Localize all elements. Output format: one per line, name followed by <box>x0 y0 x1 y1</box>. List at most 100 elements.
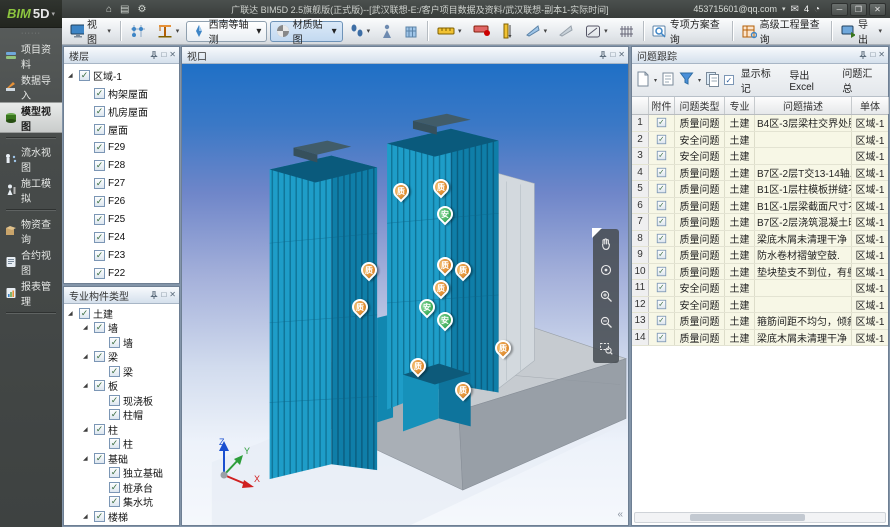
checkbox-checked[interactable] <box>94 160 105 171</box>
col-type[interactable]: 问题类型 <box>675 97 725 114</box>
type-tree-node[interactable]: 柱帽 <box>64 408 179 423</box>
attachment-cell[interactable] <box>649 330 675 346</box>
attachment-cell[interactable] <box>649 280 675 296</box>
render-mode-dropdown[interactable]: 材质贴图 ▾ <box>270 21 342 42</box>
view-button[interactable]: 视图 ▾ <box>66 14 115 48</box>
checkbox-checked[interactable] <box>94 232 105 243</box>
issue-row[interactable]: 8 质量问题 土建 梁底木屑未清理干净 区域-1 <box>632 231 888 248</box>
col-desc[interactable]: 问题描述 <box>755 97 852 114</box>
attachment-checkbox[interactable] <box>657 168 666 177</box>
zoom-window-button[interactable] <box>595 336 617 360</box>
export-excel-button[interactable]: 导出Excel <box>786 66 835 94</box>
checkbox-checked[interactable] <box>109 366 120 377</box>
issue-marker[interactable]: 质 <box>455 382 472 403</box>
checkbox-checked[interactable] <box>94 196 105 207</box>
type-tree-node[interactable]: 桩承台 <box>64 480 179 495</box>
horizontal-scrollbar[interactable] <box>634 512 886 523</box>
attachment-checkbox[interactable] <box>657 283 666 292</box>
col-major[interactable]: 专业 <box>725 97 755 114</box>
issue-row[interactable]: 1 质量问题 土建 B4区-3层梁柱交界处胀... 区域-1 <box>632 115 888 132</box>
floor-tree-node[interactable]: 机房屋面 <box>64 102 179 120</box>
issue-marker[interactable]: 质 <box>410 358 427 379</box>
expander-icon[interactable] <box>83 324 91 331</box>
attachment-cell[interactable] <box>649 148 675 164</box>
col-attachment[interactable]: 附件 <box>649 97 675 114</box>
checkbox-checked[interactable] <box>94 250 105 261</box>
grid-fence-button[interactable] <box>615 22 638 41</box>
close-panel-icon[interactable]: ✕ <box>169 51 176 59</box>
export-button[interactable]: 导出 ▾ <box>837 14 886 48</box>
pin-icon[interactable] <box>859 51 867 59</box>
type-tree-node[interactable]: 柱 <box>64 437 179 452</box>
issue-marker[interactable]: 安 <box>437 312 454 333</box>
checkbox-checked[interactable] <box>94 511 105 522</box>
nav-item-construction-sim[interactable]: 施工模拟 <box>0 174 62 205</box>
expander-icon[interactable] <box>83 353 91 360</box>
issue-row[interactable]: 6 质量问题 土建 B1区-1层梁截面尺寸不... 区域-1 <box>632 198 888 215</box>
chevron-down-icon[interactable]: ▾ <box>698 77 701 84</box>
checkbox-checked[interactable] <box>109 482 120 493</box>
checkbox-checked[interactable] <box>94 124 105 135</box>
type-tree-node[interactable]: 墙 <box>64 321 179 336</box>
crane-button[interactable]: ▾ <box>153 21 184 41</box>
app-logo[interactable]: BIM 5D ▾ <box>0 0 62 28</box>
type-tree-node[interactable]: 基础 <box>64 451 179 466</box>
attachment-checkbox[interactable] <box>657 234 666 243</box>
attachment-checkbox[interactable] <box>657 333 666 342</box>
expander-icon[interactable] <box>83 426 91 433</box>
issue-report-button[interactable] <box>705 71 720 90</box>
checkbox-checked[interactable] <box>94 351 105 362</box>
checkbox-checked[interactable] <box>94 380 105 391</box>
checkbox-checked[interactable] <box>94 453 105 464</box>
issue-row[interactable]: 7 质量问题 土建 B7区-2层浇筑混凝土时... 区域-1 <box>632 214 888 231</box>
walkthrough-button[interactable]: ▾ <box>346 22 375 41</box>
nav-item-contract-view[interactable]: 合约视图 <box>0 246 62 277</box>
attachment-checkbox[interactable] <box>657 184 666 193</box>
person-view-button[interactable] <box>377 22 397 41</box>
floor-tree-node[interactable]: F27 <box>64 174 179 192</box>
section-box-button[interactable]: ▾ <box>581 22 612 41</box>
maximize-panel-icon[interactable]: □ <box>870 51 875 59</box>
pin-icon[interactable] <box>599 51 607 59</box>
nav-item-model-view[interactable]: 模型视图 <box>0 102 62 133</box>
maximize-panel-icon[interactable]: □ <box>161 291 166 299</box>
attachment-checkbox[interactable] <box>657 267 666 276</box>
issue-marker[interactable]: 质 <box>361 262 378 283</box>
issue-marker[interactable]: 质 <box>433 179 450 200</box>
close-panel-icon[interactable]: ✕ <box>618 51 625 59</box>
issue-row[interactable]: 9 质量问题 土建 防水卷材褶皱空鼓. 区域-1 <box>632 247 888 264</box>
issue-summary-button[interactable]: 问题汇总 <box>839 64 884 96</box>
checkbox-checked[interactable] <box>94 88 105 99</box>
nav-item-data-import[interactable]: 数据导入 <box>0 71 62 102</box>
home-icon[interactable]: ⌂ <box>106 4 112 15</box>
attachment-cell[interactable] <box>649 264 675 280</box>
type-tree-node[interactable]: 梁 <box>64 364 179 379</box>
checkbox-checked[interactable] <box>109 496 120 507</box>
expander-icon[interactable] <box>68 310 76 317</box>
orbit-button[interactable] <box>595 258 617 282</box>
checkbox-checked[interactable] <box>109 467 120 478</box>
type-tree-node[interactable]: 墙 <box>64 335 179 350</box>
checkbox-checked[interactable] <box>94 178 105 189</box>
issue-row[interactable]: 12 安全问题 土建 区域-1 <box>632 297 888 314</box>
checkbox-checked[interactable] <box>109 337 120 348</box>
checkbox-checked[interactable] <box>94 268 105 279</box>
mail-icon[interactable]: ✉ <box>791 4 799 15</box>
expander-icon[interactable] <box>83 455 91 462</box>
issue-marker[interactable]: 质 <box>455 262 472 283</box>
floor-tree-node[interactable]: F21 <box>64 282 179 283</box>
checkbox-checked[interactable] <box>94 214 105 225</box>
floor-tree-node[interactable]: F23 <box>64 246 179 264</box>
checkbox-checked[interactable] <box>79 308 90 319</box>
issue-row[interactable]: 2 安全问题 土建 区域-1 <box>632 132 888 149</box>
attachment-cell[interactable] <box>649 181 675 197</box>
type-tree-node[interactable]: 柱 <box>64 422 179 437</box>
checkbox-checked[interactable] <box>94 322 105 333</box>
attachment-cell[interactable] <box>649 313 675 329</box>
attachment-cell[interactable] <box>649 297 675 313</box>
filter-button[interactable] <box>679 71 694 89</box>
nav-item-report-manage[interactable]: 报表管理 <box>0 277 62 308</box>
edit-issue-button[interactable] <box>661 71 675 90</box>
issue-row[interactable]: 11 安全问题 土建 区域-1 <box>632 280 888 297</box>
expander-icon[interactable] <box>83 513 91 520</box>
